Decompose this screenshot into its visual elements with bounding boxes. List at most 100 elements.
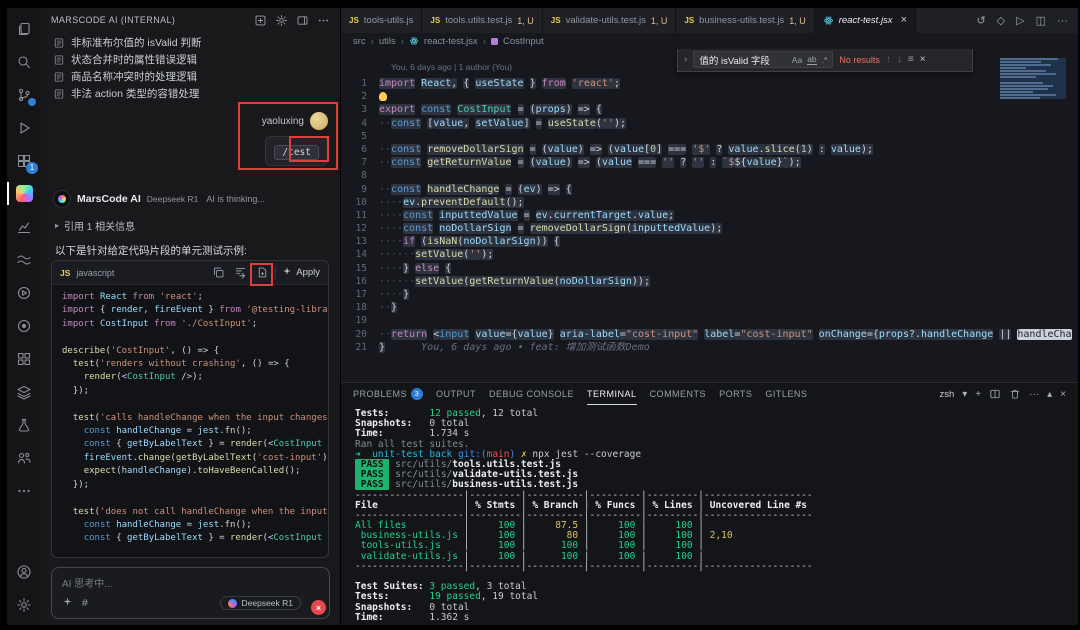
activity-extensions[interactable]: 1 [7, 144, 41, 177]
close-find-icon[interactable]: × [920, 54, 926, 65]
tab-react-test.jsx[interactable]: react-test.jsx× [815, 8, 916, 33]
lightbulb-icon[interactable] [379, 92, 387, 101]
context-hash-button[interactable]: # [82, 597, 88, 609]
code-line[interactable]: 19 [341, 314, 1078, 327]
terminal-shell-label[interactable]: zsh [939, 389, 954, 400]
regex-icon[interactable]: .* [822, 55, 828, 65]
activity-explorer[interactable] [7, 12, 41, 45]
activity-layers[interactable] [7, 375, 41, 408]
terminal-output[interactable]: Tests: 12 passed, 12 totalSnapshots: 0 t… [341, 405, 1078, 625]
slash-command-chip[interactable]: /test [274, 145, 319, 160]
code-line[interactable]: 7··const getReturnValue = (value) => (va… [341, 156, 1078, 169]
breadcrumb-item[interactable]: utils [379, 36, 396, 47]
minimap[interactable] [1000, 58, 1066, 99]
tab-business-utils.test.js[interactable]: JSbusiness-utils.test.js1, U [676, 8, 814, 33]
timeline-icon[interactable]: ↺ [976, 14, 985, 27]
reference-toggle[interactable]: ▸ 引用 1 相关信息 [41, 208, 340, 233]
activity-collaboration[interactable] [7, 441, 41, 474]
toggle-replace-icon[interactable]: › [684, 54, 687, 65]
chat-input-box[interactable]: AI 思考中... # Deepseek R1 × [51, 567, 330, 619]
breadcrumb[interactable]: src›utils›react-test.jsx›CostInput [341, 33, 1078, 49]
find-input[interactable]: 值的 isValid 字段 Aa ab .* [693, 51, 833, 68]
code-line[interactable]: 11····const inputtedValue = ev.currentTa… [341, 209, 1078, 222]
activity-dashboard[interactable] [7, 342, 41, 375]
code-line[interactable]: 3export const CostInput = (props) => { [341, 103, 1078, 116]
breadcrumb-item[interactable]: src [353, 36, 366, 47]
insert-into-file-icon[interactable] [256, 266, 269, 279]
code-line[interactable]: 16······setValue(getReturnValue(noDollar… [341, 275, 1078, 288]
code-lines[interactable]: 1import React, { useState } from 'react'… [341, 77, 1078, 354]
stop-generation-button[interactable]: × [311, 600, 326, 615]
activity-run-and-debug[interactable] [7, 111, 41, 144]
activity-testing[interactable] [7, 408, 41, 441]
find-previous-icon[interactable]: ↑ [886, 54, 891, 65]
insert-at-cursor-icon[interactable] [234, 266, 247, 279]
code-line[interactable]: 14······setValue(''); [341, 248, 1078, 261]
code-line[interactable]: 4··const [value, setValue] = useState(''… [341, 117, 1078, 130]
history-item[interactable]: 非法 action 类型的容错处理 [41, 85, 340, 102]
code-line[interactable]: 15····} else { [341, 262, 1078, 275]
code-line[interactable]: 9··const handleChange = (ev) => { [341, 183, 1078, 196]
code-line[interactable]: 2 [341, 90, 1078, 103]
close-panel-icon[interactable]: × [1060, 389, 1066, 400]
tab-tools-utils.js[interactable]: JStools-utils.js [341, 8, 422, 33]
panel-tab-gitlens[interactable]: GITLENS [765, 383, 807, 405]
activity-search[interactable] [7, 45, 41, 78]
chat-settings-icon[interactable] [275, 14, 288, 27]
compare-changes-icon[interactable]: ◇ [997, 14, 1005, 27]
split-editor-icon[interactable]: ◫ [1036, 14, 1046, 27]
activity-run-view[interactable] [7, 276, 41, 309]
code-line[interactable]: 10····ev.preventDefault(); [341, 196, 1078, 209]
split-terminal-icon[interactable] [989, 388, 1001, 400]
code-line[interactable]: 18··} [341, 301, 1078, 314]
maximize-panel-icon[interactable]: ▴ [1047, 389, 1052, 400]
copy-code-icon[interactable] [212, 266, 225, 279]
panel-tab-terminal[interactable]: TERMINAL [587, 383, 637, 405]
skills-icon[interactable] [62, 594, 73, 612]
panel-tab-debug-console[interactable]: DEBUG CONSOLE [489, 383, 574, 405]
code-line[interactable]: 8 [341, 169, 1078, 182]
more-actions-icon[interactable]: ··· [1057, 15, 1068, 27]
history-item[interactable]: 状态合并时的属性错误逻辑 [41, 51, 340, 68]
find-next-icon[interactable]: ↓ [897, 54, 902, 65]
apply-button[interactable]: Apply [282, 266, 320, 279]
find-in-selection-icon[interactable]: ≡ [908, 54, 914, 65]
tab-validate-utils.test.js[interactable]: JSvalidate-utils.test.js1, U [543, 8, 677, 33]
activity-performance[interactable] [7, 210, 41, 243]
code-line[interactable]: 13····if (isNaN(noDollarSign)) { [341, 235, 1078, 248]
code-editor[interactable]: › 值的 isValid 字段 Aa ab .* No results ↑ ↓ … [341, 49, 1078, 382]
code-line[interactable]: 6··const removeDollarSign = (value) => (… [341, 143, 1078, 156]
activity-record-view[interactable] [7, 309, 41, 342]
codelens-blame[interactable]: You, 6 days ago | 1 author (You) [391, 62, 512, 72]
run-file-icon[interactable]: ▷ [1016, 14, 1024, 27]
code-line[interactable]: 20··return <input value={value} aria-lab… [341, 328, 1078, 341]
breadcrumb-item[interactable]: CostInput [503, 36, 544, 47]
code-line[interactable]: 5 [341, 130, 1078, 143]
panel-tab-ports[interactable]: PORTS [719, 383, 752, 405]
panel-tab-comments[interactable]: COMMENTS [650, 383, 707, 405]
code-line[interactable]: 1import React, { useState } from 'react'… [341, 77, 1078, 90]
open-in-editor-icon[interactable] [296, 14, 309, 27]
model-selector[interactable]: Deepseek R1 [220, 596, 301, 610]
code-line[interactable]: 17····} [341, 288, 1078, 301]
activity-account[interactable] [7, 555, 41, 588]
code-line[interactable]: 12····const noDollarSign = removeDollarS… [341, 222, 1078, 235]
code-line[interactable]: 21} You, 6 days ago • feat: 增加测试函数Demo [341, 341, 1078, 354]
panel-tab-output[interactable]: OUTPUT [436, 383, 476, 405]
breadcrumb-item[interactable]: react-test.jsx [424, 36, 478, 47]
more-actions-icon[interactable]: ··· [1029, 389, 1039, 400]
activity-manage-settings[interactable] [7, 588, 41, 621]
activity-waves[interactable] [7, 243, 41, 276]
whole-word-icon[interactable]: ab [807, 54, 816, 65]
activity-source-control[interactable] [7, 78, 41, 111]
tab-tools.utils.test.js[interactable]: JStools.utils.test.js1, U [422, 8, 542, 33]
activity-additional-views[interactable] [7, 474, 41, 507]
match-case-icon[interactable]: Aa [792, 55, 802, 65]
close-tab-icon[interactable]: × [901, 15, 907, 26]
history-item[interactable]: 非标准布尔值的 isValid 判断 [41, 34, 340, 51]
kill-terminal-icon[interactable] [1009, 388, 1021, 400]
activity-marscode-ai[interactable] [7, 177, 41, 210]
history-item[interactable]: 商品名称冲突时的处理逻辑 [41, 68, 340, 85]
terminal-dropdown-icon[interactable]: ▾ [962, 389, 967, 400]
new-terminal-icon[interactable]: + [975, 389, 981, 400]
